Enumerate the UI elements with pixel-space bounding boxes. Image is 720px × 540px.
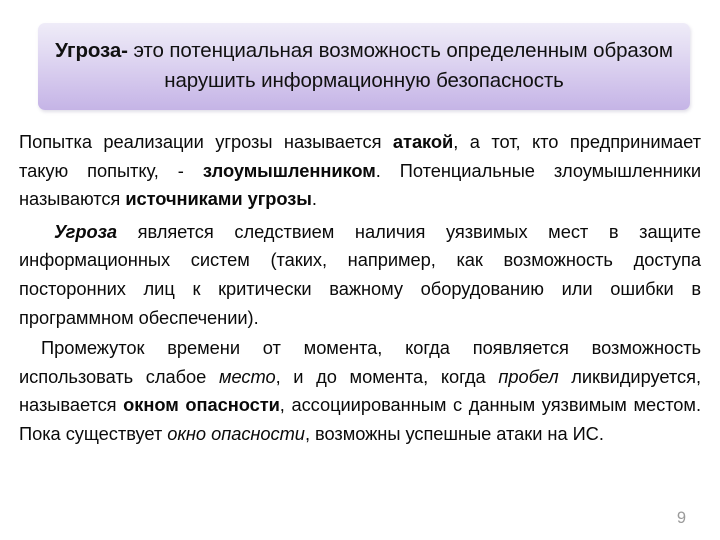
p3-segment-2: , и до момента, когда (275, 365, 499, 387)
p1-bold-zloumyshlennik: злоумышленником (202, 159, 376, 181)
page-number: 9 (676, 509, 686, 527)
slide-canvas: Угроза- это потенциальная возможность оп… (0, 0, 720, 540)
p3-italic-probel: пробел (498, 365, 559, 387)
p2-segment-1: является следствием наличия уязвимых мес… (19, 220, 701, 328)
p3-bold-oknom-opasnosti: окном опасности (123, 394, 280, 416)
p3-segment-5: , возможны успешные атаки на ИС. (304, 422, 604, 444)
p1-segment-1: Попытка реализации угрозы называется (19, 131, 393, 152)
title-text: Угроза- это потенциальная возможность оп… (54, 36, 674, 96)
p1-segment-4: . (311, 188, 317, 210)
p3-italic-okno-opasnosti: окно опасности (167, 422, 305, 444)
paragraph-2: Угроза является следствием наличия уязви… (19, 218, 701, 332)
p1-bold-istochniki-ugrozy: источниками угрозы (125, 188, 312, 210)
title-banner: Угроза- это потенциальная возможность оп… (38, 23, 690, 110)
title-rest: это потенциальная возможность определенн… (127, 38, 673, 92)
p2-bolditalic-ugroza: Угроза (54, 220, 117, 242)
p1-bold-ataka: атакой (392, 131, 454, 152)
p3-italic-mesto: место (218, 365, 276, 387)
paragraph-1: Попытка реализации угрозы называется ата… (19, 128, 701, 214)
paragraph-3: Промежуток времени от момента, когда поя… (19, 334, 701, 448)
body-content: Попытка реализации угрозы называется ата… (19, 128, 701, 449)
title-keyword: Угроза- (55, 38, 128, 62)
